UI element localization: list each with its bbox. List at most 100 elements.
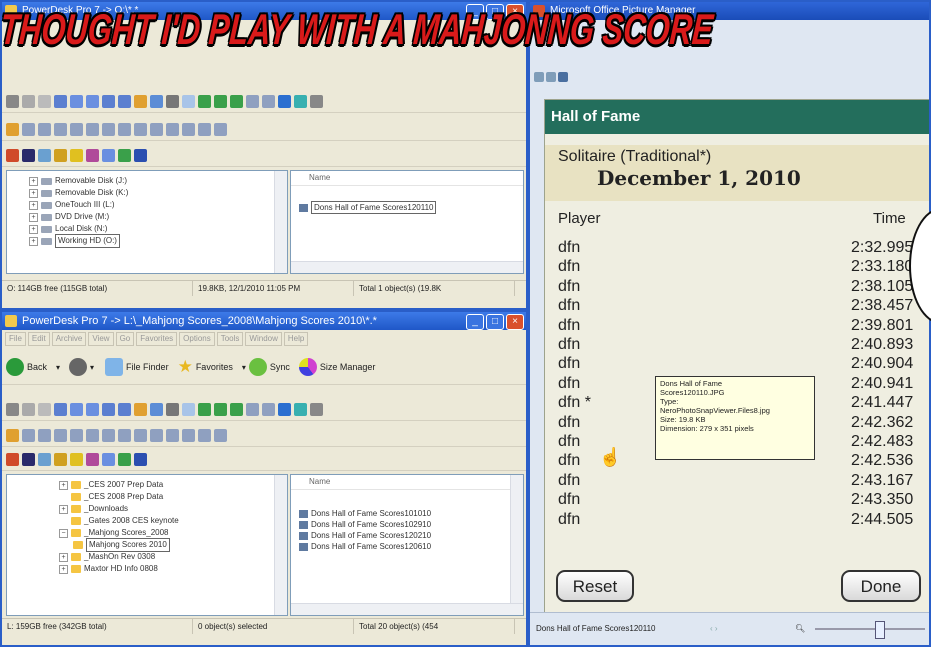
menu-options[interactable]: Options <box>179 332 215 346</box>
tool-icon-2[interactable] <box>22 452 35 466</box>
tree-item[interactable]: + _CES 2007 Prep Data <box>59 479 287 491</box>
tree-item[interactable]: _CES 2008 Prep Data <box>59 491 287 503</box>
copy-icon[interactable] <box>22 94 35 108</box>
nav-arrows-icon[interactable]: ‹ › <box>710 613 718 645</box>
vertical-scrollbar[interactable] <box>274 475 287 615</box>
file-item[interactable]: Dons Hall of Fame Scores120210 <box>299 530 523 541</box>
tool-icon-4[interactable] <box>54 452 67 466</box>
file-item[interactable]: Dons Hall of Fame Scores120610 <box>299 541 523 552</box>
column-header-name[interactable]: Name <box>291 475 523 490</box>
panes-icon[interactable] <box>278 94 291 108</box>
zoom-icon[interactable]: 🔍︎ <box>795 613 805 645</box>
options-icon[interactable] <box>310 94 323 108</box>
sort-icon[interactable] <box>246 94 259 108</box>
drive-m-icon[interactable] <box>182 122 195 136</box>
panes-icon[interactable] <box>278 402 291 416</box>
single-view-icon[interactable] <box>558 72 568 82</box>
menu-tools[interactable]: Tools <box>216 332 244 346</box>
zoom-slider-thumb[interactable] <box>875 621 885 639</box>
tool-icon-8[interactable] <box>118 452 131 466</box>
title-bar[interactable]: PowerDesk Pro 7 -> L:\_Mahjong Scores_20… <box>2 312 526 330</box>
drive-l-icon[interactable] <box>166 428 179 442</box>
sort-icon[interactable] <box>246 402 259 416</box>
thumbnail-view-icon[interactable] <box>534 72 544 82</box>
forward-arrow-icon[interactable] <box>69 358 88 376</box>
sync-panes-icon[interactable] <box>294 402 307 416</box>
new-folder-icon[interactable] <box>182 94 195 108</box>
file-item[interactable]: Dons Hall of Fame Scores101010 <box>299 508 523 519</box>
drive-o-icon[interactable] <box>214 122 227 136</box>
drive-d-icon[interactable] <box>38 122 51 136</box>
copy-icon[interactable] <box>22 402 35 416</box>
extract-icon[interactable] <box>230 94 243 108</box>
tree-item[interactable]: + Removable Disk (K:) <box>29 187 287 199</box>
done-button[interactable]: Done <box>841 570 921 602</box>
drive-g-icon[interactable] <box>86 428 99 442</box>
menu-go[interactable]: Go <box>115 332 135 346</box>
tree-item[interactable]: + Maxtor HD Info 0808 <box>59 563 287 575</box>
sync-button[interactable]: Sync <box>248 358 296 376</box>
up-folder-icon[interactable] <box>6 122 19 136</box>
paste-icon[interactable] <box>38 402 51 416</box>
tool-icon-3[interactable] <box>38 148 51 162</box>
drive-n-icon[interactable] <box>198 122 211 136</box>
tool-icon-5[interactable] <box>70 148 83 162</box>
tool-icon-1[interactable] <box>6 452 19 466</box>
menu-view[interactable]: View <box>88 332 114 346</box>
refresh-icon[interactable] <box>198 402 211 416</box>
drive-c-icon[interactable] <box>22 428 35 442</box>
up-folder-icon[interactable] <box>6 428 19 442</box>
drive-m-icon[interactable] <box>182 428 195 442</box>
zoom-slider[interactable] <box>815 628 925 630</box>
delete-icon[interactable] <box>166 402 179 416</box>
drive-i-icon[interactable] <box>118 122 131 136</box>
view-thumbnails-icon[interactable] <box>102 402 115 416</box>
column-header-name[interactable]: Name <box>291 171 523 186</box>
menu-archive[interactable]: Archive <box>51 332 87 346</box>
drive-j-icon[interactable] <box>134 122 147 136</box>
file-finder-button[interactable]: File Finder <box>105 358 175 376</box>
drive-o-icon[interactable] <box>214 428 227 442</box>
back-button[interactable]: Back ▾ <box>6 358 60 376</box>
tree-item[interactable]: + OneTouch III (L:) <box>29 199 287 211</box>
tree-item-selected[interactable]: + Working HD (O:) <box>29 234 287 248</box>
tool-icon-5[interactable] <box>70 452 83 466</box>
drive-l-icon[interactable] <box>166 122 179 136</box>
cut-icon[interactable] <box>6 402 19 416</box>
filter-icon[interactable] <box>262 402 275 416</box>
filmstrip-view-icon[interactable] <box>546 72 556 82</box>
extract-icon[interactable] <box>230 402 243 416</box>
tool-icon-1[interactable] <box>6 148 19 162</box>
vertical-scrollbar[interactable] <box>274 171 287 273</box>
menu-edit[interactable]: Edit <box>27 332 50 346</box>
tool-icon-6[interactable] <box>86 452 99 466</box>
file-item[interactable]: Dons Hall of Fame Scores120110 <box>299 201 523 214</box>
options-icon[interactable] <box>310 402 323 416</box>
drive-d-icon[interactable] <box>38 428 51 442</box>
drive-e-icon[interactable] <box>54 428 67 442</box>
tool-icon-3[interactable] <box>38 452 51 466</box>
tree-item[interactable]: + DVD Drive (M:) <box>29 211 287 223</box>
tree-item[interactable]: + _Downloads <box>59 503 287 515</box>
tool-icon-8[interactable] <box>118 148 131 162</box>
view-list-icon[interactable] <box>70 94 83 108</box>
drive-e-icon[interactable] <box>54 122 67 136</box>
view-icon[interactable] <box>54 402 67 416</box>
horizontal-scrollbar[interactable] <box>291 603 523 615</box>
tree-item[interactable]: + _MashOn Rev 0308 <box>59 551 287 563</box>
compress-icon[interactable] <box>214 402 227 416</box>
edit-icon[interactable] <box>134 402 147 416</box>
view-split-icon[interactable] <box>118 402 131 416</box>
delete-icon[interactable] <box>166 94 179 108</box>
view-details-icon[interactable] <box>86 402 99 416</box>
file-list-pane[interactable]: Name Dons Hall of Fame Scores101010 Dons… <box>290 474 524 616</box>
horizontal-scrollbar[interactable] <box>291 261 523 273</box>
view-icon[interactable] <box>54 94 67 108</box>
drive-f-icon[interactable] <box>70 428 83 442</box>
close-button[interactable]: × <box>506 314 524 330</box>
minimize-button[interactable]: _ <box>466 314 484 330</box>
reset-button[interactable]: Reset <box>556 570 634 602</box>
properties-icon[interactable] <box>150 402 163 416</box>
size-manager-button[interactable]: Size Manager <box>298 358 382 376</box>
tool-icon-4[interactable] <box>54 148 67 162</box>
